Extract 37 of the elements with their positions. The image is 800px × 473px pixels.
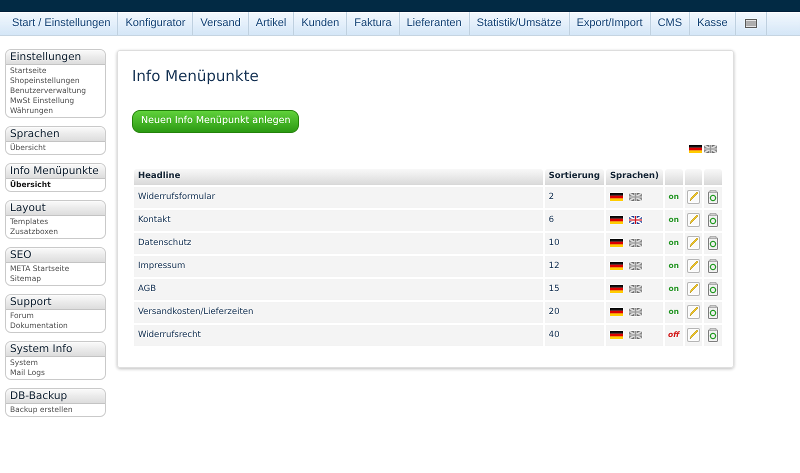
table-cell: Datenschutz xyxy=(134,232,543,254)
page-title: Info Menüpunkte xyxy=(132,66,260,87)
sidebar-heading: DB-Backup xyxy=(6,389,105,404)
sidebar-heading: Info Menüpunkte xyxy=(6,164,105,179)
sidebar-heading: Einstellungen xyxy=(6,50,105,65)
column-header: Sprachen) xyxy=(606,168,663,184)
table-cell: 6 xyxy=(544,210,604,230)
table-cell: 15 xyxy=(544,278,604,300)
table-cell: 12 xyxy=(544,256,604,276)
table-cell: Widerrufsformular xyxy=(134,186,543,208)
sidebar-heading: SEO xyxy=(6,248,105,263)
table-cell: AGB xyxy=(134,278,543,300)
nav-tab[interactable]: CMS xyxy=(650,12,690,35)
table-cell: 2 xyxy=(544,186,604,208)
sidebar-heading: Support xyxy=(6,295,105,310)
nav-tab[interactable]: Faktura xyxy=(347,12,400,35)
nav-tab[interactable]: Statistik/Umsätze xyxy=(470,12,570,35)
table-cell: Versandkosten/Lieferzeiten xyxy=(134,302,543,322)
table-cell: 10 xyxy=(544,232,604,254)
nav-tab[interactable]: Export/Import xyxy=(570,12,651,35)
sidebar-heading: Layout xyxy=(6,201,105,216)
nav-tab[interactable]: Artikel xyxy=(248,12,294,35)
nav-tab[interactable]: Konfigurator xyxy=(118,12,194,35)
table-cell: Widerrufsrecht xyxy=(134,324,543,346)
nav-tab[interactable]: Versand xyxy=(193,12,249,35)
nav-tab[interactable]: Kasse xyxy=(690,12,736,35)
nav-tab[interactable]: Kunden xyxy=(294,12,348,35)
column-header: Headline xyxy=(134,168,543,184)
sidebar-heading: Sprachen xyxy=(6,127,105,142)
nav-tab[interactable]: Start / Einstellungen xyxy=(5,12,118,35)
table-cell: Impressum xyxy=(134,256,543,276)
table-cell: 20 xyxy=(544,302,604,322)
column-header: Sortierung xyxy=(544,168,604,184)
nav-tab[interactable]: Lieferanten xyxy=(400,12,470,35)
sidebar-heading: System Info xyxy=(6,342,105,357)
table-cell: Kontakt xyxy=(134,210,543,230)
table-cell: 40 xyxy=(544,324,604,346)
